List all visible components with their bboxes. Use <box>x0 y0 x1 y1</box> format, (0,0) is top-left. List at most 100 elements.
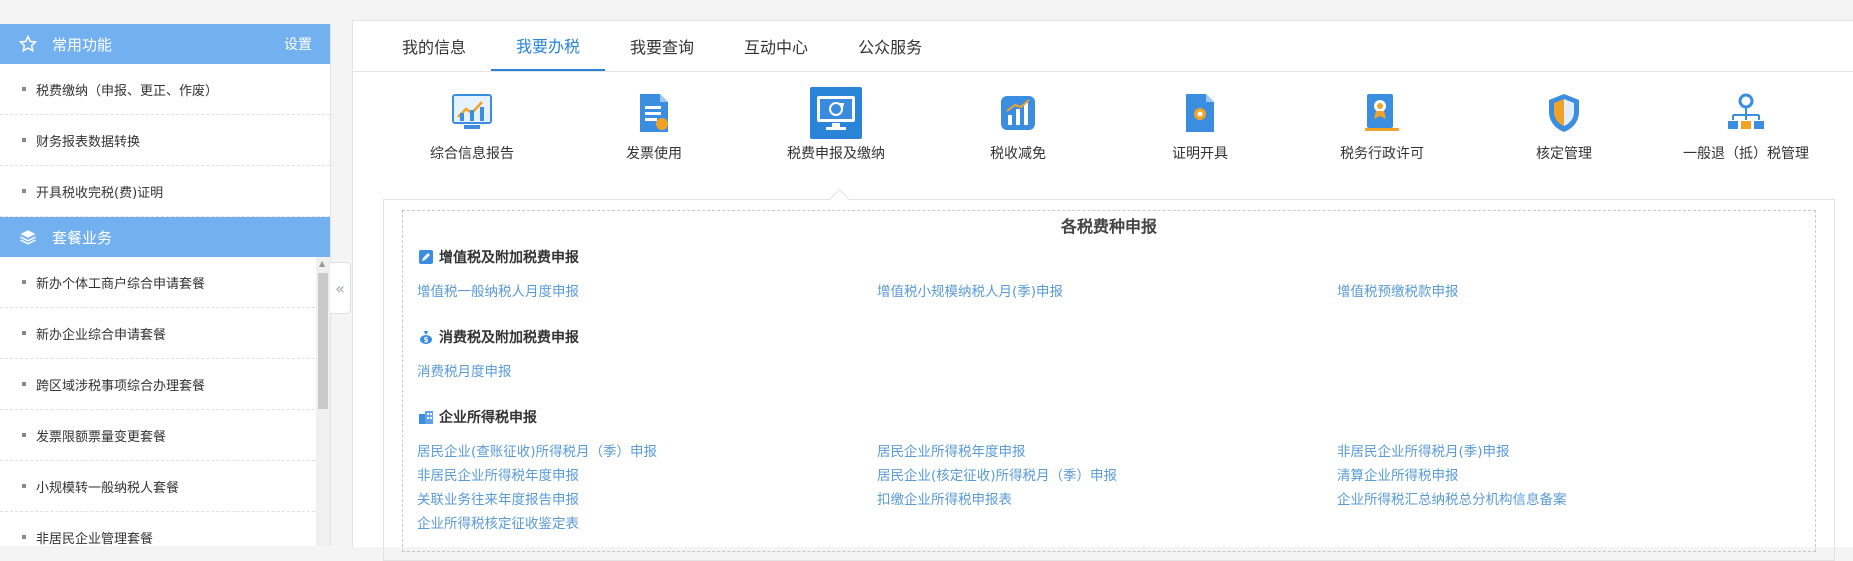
buildings-icon <box>419 410 433 424</box>
group-title: 增值税及附加税费申报 <box>439 250 579 266</box>
filing-link[interactable]: 增值税预缴税款申报 <box>1337 280 1459 300</box>
sidebar-item-label: 税费缴纳（申报、更正、作废） <box>36 83 219 99</box>
license-badge-icon <box>1356 87 1408 139</box>
category-tax-filing-payment[interactable]: 税费申报及缴纳 <box>746 87 926 163</box>
sidebar-item[interactable]: 开具税收完税(费)证明 <box>0 166 330 217</box>
group-enterprise-income-header: 企业所得税申报 <box>419 407 537 427</box>
sidebar-item-label: 开具税收完税(费)证明 <box>36 185 164 201</box>
sidebar-item-label: 非居民企业管理套餐 <box>36 531 154 547</box>
category-label: 综合信息报告 <box>430 146 514 162</box>
filing-link[interactable]: 清算企业所得税申报 <box>1337 464 1459 484</box>
group-title: 企业所得税申报 <box>439 410 537 426</box>
filing-link[interactable]: 关联业务往来年度报告申报 <box>417 488 579 508</box>
package-list: 新办个体工商户综合申请套餐 新办企业综合申请套餐 跨区域涉税事项综合办理套餐 发… <box>0 257 330 546</box>
category-label: 发票使用 <box>626 146 682 162</box>
scrollbar-thumb[interactable] <box>318 273 328 409</box>
svg-text:$: $ <box>424 336 429 344</box>
bullet-icon <box>22 433 26 437</box>
sidebar-item[interactable]: 财务报表数据转换 <box>0 115 330 166</box>
tab-query[interactable]: 我要查询 <box>605 21 719 71</box>
bar-chart-icon <box>992 87 1044 139</box>
tab-my-info[interactable]: 我的信息 <box>377 21 491 71</box>
sidebar-item-label: 新办个体工商户综合申请套餐 <box>36 276 206 292</box>
group-consumption-header: $ 消费税及附加税费申报 <box>419 327 579 347</box>
org-tree-icon <box>1720 87 1772 139</box>
top-tabs: 我的信息 我要办税 我要查询 互动中心 公众服务 <box>353 21 1853 72</box>
category-label: 税费申报及缴纳 <box>787 146 885 162</box>
settings-link[interactable]: 设置 <box>284 34 312 54</box>
sidebar: 常用功能 设置 税费缴纳（申报、更正、作废） 财务报表数据转换 开具税收完税(费… <box>0 24 331 546</box>
category-refund-management[interactable]: 一般退（抵）税管理 <box>1656 87 1836 163</box>
category-assessment-management[interactable]: 核定管理 <box>1474 87 1654 163</box>
filing-link[interactable]: 增值税小规模纳税人月(季)申报 <box>877 280 1063 300</box>
category-certificate[interactable]: 证明开具 <box>1110 87 1290 163</box>
category-label: 税收减免 <box>990 146 1046 162</box>
sidebar-item[interactable]: 非居民企业管理套餐 <box>0 512 330 546</box>
bullet-icon <box>22 382 26 386</box>
category-label: 税务行政许可 <box>1340 146 1424 162</box>
bullet-icon <box>22 535 26 539</box>
bullet-icon <box>22 484 26 488</box>
tab-public-service[interactable]: 公众服务 <box>833 21 947 71</box>
sidebar-item-label: 财务报表数据转换 <box>36 134 141 150</box>
monitor-refresh-icon <box>810 87 862 139</box>
star-icon <box>18 34 38 54</box>
certificate-doc-icon <box>1174 87 1226 139</box>
tab-do-tax[interactable]: 我要办税 <box>491 21 606 71</box>
sidebar-item-label: 跨区域涉税事项综合办理套餐 <box>36 378 206 394</box>
sidebar-item[interactable]: 新办企业综合申请套餐 <box>0 308 330 359</box>
filing-link[interactable]: 非居民企业所得税年度申报 <box>417 464 579 484</box>
sidebar-item[interactable]: 税费缴纳（申报、更正、作废） <box>0 64 330 115</box>
sidebar-item-label: 小规模转一般纳税人套餐 <box>36 480 180 496</box>
bullet-icon <box>22 87 26 91</box>
filing-link[interactable]: 非居民企业所得税月(季)申报 <box>1337 440 1510 460</box>
panel-title: 各税费种申报 <box>1060 217 1157 236</box>
filing-link[interactable]: 企业所得税核定征收鉴定表 <box>417 512 579 532</box>
filing-link[interactable]: 居民企业(查账征收)所得税月（季）申报 <box>417 440 657 460</box>
panel-pointer <box>828 188 851 211</box>
shield-icon <box>1538 87 1590 139</box>
filing-link[interactable]: 企业所得税汇总纳税总分机构信息备案 <box>1337 488 1567 508</box>
filing-link[interactable]: 居民企业所得税年度申报 <box>877 440 1026 460</box>
filing-panel: 各税费种申报 增值税及附加税费申报 增值税一般纳税人月度申报 增值税小规模纳税人… <box>383 188 1835 561</box>
filing-link[interactable]: 消费税月度申报 <box>417 360 512 380</box>
category-label: 一般退（抵）税管理 <box>1683 146 1809 162</box>
sidebar-item[interactable]: 小规模转一般纳税人套餐 <box>0 461 330 512</box>
category-bar: 综合信息报告 发票使用 税费申报及缴纳 税收减免 证明开具 税务行政许可 核定管… <box>353 87 1853 187</box>
package-business-header: 套餐业务 <box>0 217 330 257</box>
scroll-up-icon[interactable]: ▲ <box>319 259 325 268</box>
filing-link[interactable]: 增值税一般纳税人月度申报 <box>417 280 579 300</box>
package-business-title: 套餐业务 <box>52 228 113 247</box>
sidebar-item[interactable]: 发票限额票量变更套餐 <box>0 410 330 461</box>
common-functions-title: 常用功能 <box>52 35 113 54</box>
money-bag-icon: $ <box>419 330 433 344</box>
filing-panel-inner: 各税费种申报 增值税及附加税费申报 增值税一般纳税人月度申报 增值税小规模纳税人… <box>402 210 1816 552</box>
tab-interaction[interactable]: 互动中心 <box>719 21 833 71</box>
category-label: 证明开具 <box>1172 146 1228 162</box>
category-label: 核定管理 <box>1536 146 1592 162</box>
group-vat-header: 增值税及附加税费申报 <box>419 247 579 267</box>
layers-icon <box>18 227 38 247</box>
filing-link[interactable]: 居民企业(核定征收)所得税月（季）申报 <box>877 464 1117 484</box>
sidebar-item-label: 发票限额票量变更套餐 <box>36 429 167 445</box>
group-title: 消费税及附加税费申报 <box>439 330 579 346</box>
bullet-icon <box>22 189 26 193</box>
main-content: 我的信息 我要办税 我要查询 互动中心 公众服务 综合信息报告 发票使用 税费申… <box>352 20 1853 561</box>
bullet-icon <box>22 331 26 335</box>
sidebar-scrollbar[interactable]: ▲ <box>316 257 330 546</box>
category-info-report[interactable]: 综合信息报告 <box>382 87 562 163</box>
sidebar-item[interactable]: 新办个体工商户综合申请套餐 <box>0 257 330 308</box>
sidebar-item[interactable]: 跨区域涉税事项综合办理套餐 <box>0 359 330 410</box>
double-chevron-left-icon: « <box>335 278 345 298</box>
edit-icon <box>419 250 433 264</box>
collapse-sidebar-button[interactable]: « <box>330 262 351 314</box>
invoice-icon <box>628 87 680 139</box>
bullet-icon <box>22 138 26 142</box>
sidebar-item-label: 新办企业综合申请套餐 <box>36 327 167 343</box>
bullet-icon <box>22 280 26 284</box>
category-invoice-use[interactable]: 发票使用 <box>564 87 744 163</box>
category-tax-relief[interactable]: 税收减免 <box>928 87 1108 163</box>
report-chart-icon <box>446 87 498 139</box>
category-administrative-license[interactable]: 税务行政许可 <box>1292 87 1472 163</box>
filing-link[interactable]: 扣缴企业所得税申报表 <box>877 488 1012 508</box>
